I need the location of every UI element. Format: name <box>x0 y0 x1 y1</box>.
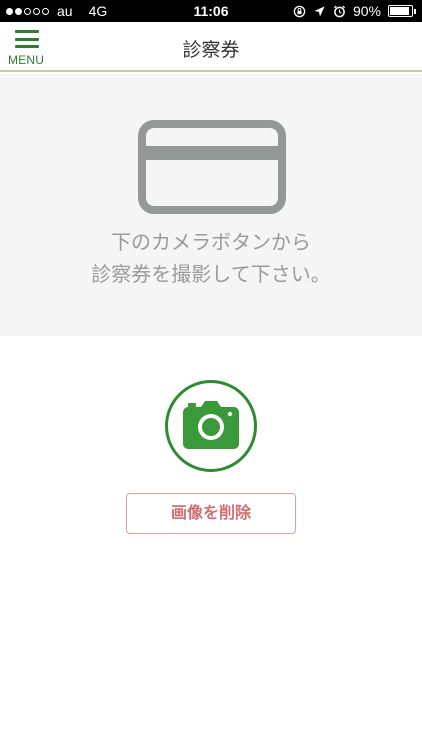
orientation-lock-icon <box>293 5 306 17</box>
hamburger-icon <box>15 30 39 48</box>
signal-dot <box>42 7 49 15</box>
camera-icon <box>183 401 239 449</box>
card-icon <box>138 120 286 214</box>
network-type: 4G <box>88 3 108 19</box>
camera-button[interactable] <box>165 380 257 472</box>
signal-strength-icon <box>6 7 49 15</box>
carrier-name: au <box>57 3 73 19</box>
card-preview-area: 下のカメラボタンから 診察券を撮影して下さい。 <box>0 74 422 336</box>
battery-fill <box>390 7 409 15</box>
signal-dot <box>24 7 31 15</box>
status-left: au 4G <box>6 3 107 19</box>
instruction-text-line1: 下のカメラボタンから <box>111 230 311 254</box>
battery-icon <box>388 5 416 17</box>
status-bar: au 4G 11:06 90% <box>0 0 422 22</box>
battery-percent: 90% <box>352 3 381 19</box>
instruction-text-line2: 診察券を撮影して下さい。 <box>91 262 331 286</box>
signal-dot <box>15 7 22 15</box>
battery-tip <box>414 8 416 14</box>
navigation-bar: MENU 診察券 <box>0 22 422 72</box>
location-arrow-icon <box>314 5 325 17</box>
page-title: 診察券 <box>182 39 240 61</box>
signal-dot <box>6 7 13 15</box>
delete-image-button[interactable]: 画像を削除 <box>126 493 296 534</box>
battery-body <box>388 5 413 17</box>
menu-label: MENU <box>8 53 45 67</box>
signal-dot <box>33 7 40 15</box>
alarm-icon <box>333 5 346 17</box>
status-right: 90% <box>293 3 416 19</box>
menu-button[interactable]: MENU <box>8 27 48 69</box>
